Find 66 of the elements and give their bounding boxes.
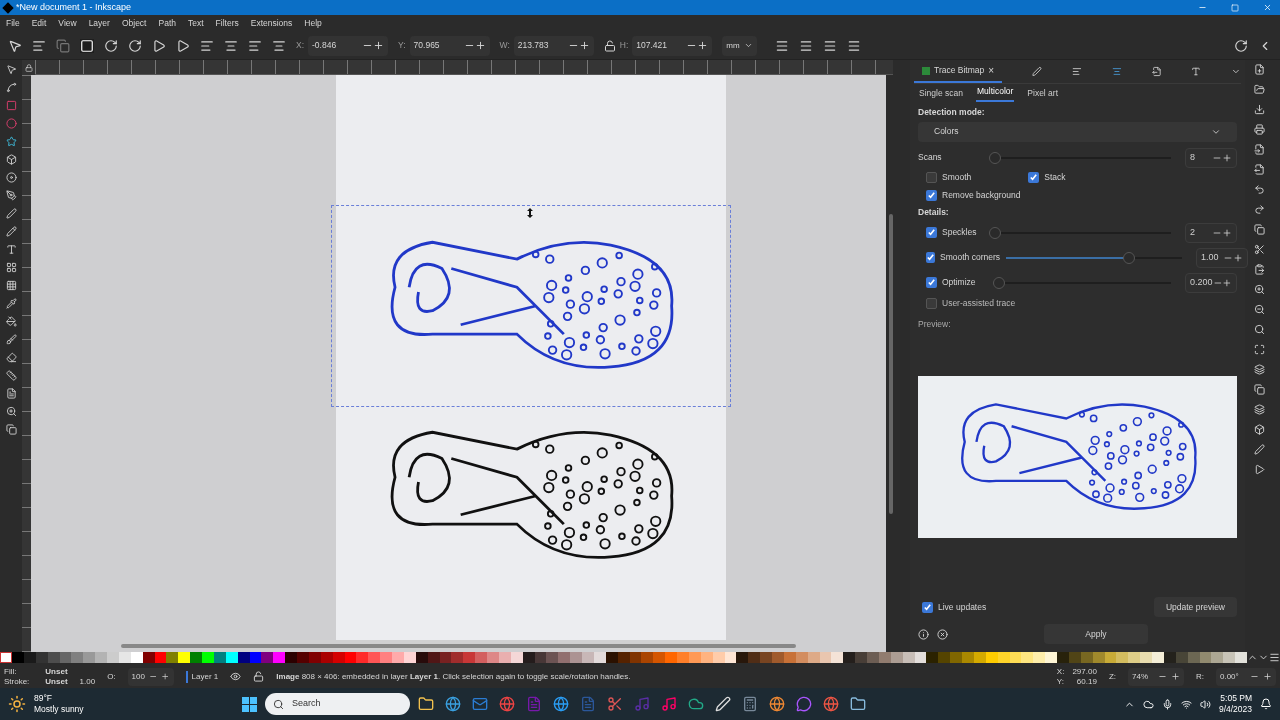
checkbox-label: Remove background — [942, 189, 1021, 203]
checkbox-label: Speckles — [942, 226, 977, 239]
spin-field[interactable]: 8 — [1185, 147, 1237, 168]
number-field[interactable]: 107.421 — [632, 35, 713, 56]
field-label: Scans — [918, 151, 943, 165]
field-label: X: — [296, 39, 305, 52]
detection-dropdown[interactable]: Colors — [918, 121, 1237, 142]
update-preview-button[interactable]: Update preview — [1153, 597, 1237, 617]
menu-item[interactable]: Filters — [215, 17, 239, 30]
field-label: R: — [1196, 670, 1204, 683]
temperature[interactable]: 89°F — [34, 693, 234, 704]
clock-date[interactable]: 9/4/2023 — [1218, 704, 1252, 715]
field-label: Y: — [398, 39, 406, 52]
menu-item[interactable]: Object — [121, 17, 147, 30]
opacity-field[interactable]: 100 — [127, 667, 174, 686]
menu-item[interactable]: Path — [158, 17, 176, 30]
menu-item[interactable]: Extensions — [250, 17, 293, 30]
apply-button[interactable]: Apply — [1044, 624, 1148, 644]
zoom-field[interactable]: 74% — [1128, 667, 1184, 686]
mode-tab[interactable]: Single scan — [918, 87, 964, 102]
spin-field[interactable]: 2 — [1185, 222, 1237, 243]
field-label: X: — [1056, 666, 1065, 677]
field-label: Fill: — [4, 666, 18, 677]
unit-dropdown[interactable]: mm — [722, 35, 757, 56]
status-message: Image 808 × 406: embedded in layer Layer 1. Click selection again to toggle scale/rotation handles. — [276, 670, 631, 683]
layer-name[interactable]: Layer 1 — [185, 670, 219, 683]
field-label: O: — [107, 670, 116, 683]
checkbox-label: Smooth corners — [940, 251, 1000, 264]
checkbox-label: User-assisted trace — [942, 297, 1016, 310]
field-label: Z: — [1108, 670, 1116, 683]
section-label: Detection mode: — [918, 106, 986, 119]
stroke-width: 1.00 — [79, 676, 96, 688]
menu-item[interactable]: Layer — [88, 17, 110, 30]
field-label: Stroke: — [4, 676, 30, 687]
fill-value: Unset — [45, 666, 68, 677]
mode-tab[interactable]: Pixel art — [1026, 87, 1060, 102]
stroke-value: Unset — [45, 676, 68, 687]
spin-field[interactable]: 0.200 — [1185, 272, 1237, 293]
cursor-x: 297.00 — [1072, 666, 1097, 677]
number-field[interactable]: -0.846 — [308, 35, 389, 56]
menu-item[interactable]: Edit — [31, 17, 47, 30]
spin-field[interactable]: 1.00 — [1196, 247, 1248, 268]
dock-tab[interactable]: Trace Bitmap × — [914, 60, 1003, 83]
window-title: *New document 1 - Inkscape — [16, 0, 133, 14]
mode-tab[interactable]: Multicolor — [975, 85, 1015, 102]
checkbox-label: Stack — [1044, 171, 1066, 185]
number-field[interactable]: 213.783 — [513, 35, 594, 56]
field-label: Y: — [1056, 676, 1065, 687]
search-field[interactable]: Search — [265, 693, 410, 715]
checkbox-label: Live updates — [938, 600, 987, 614]
clock-time[interactable]: 5:05 PM — [1220, 693, 1252, 704]
section-label: Preview: — [918, 317, 952, 331]
close-tab-button[interactable]: × — [988, 63, 995, 78]
cursor-y: 60.19 — [1075, 676, 1097, 687]
checkbox-label: Optimize — [942, 276, 976, 289]
field-label: W: — [499, 39, 510, 52]
menu-item[interactable]: View — [58, 17, 77, 30]
rotation-field[interactable]: 0.00° — [1216, 667, 1276, 686]
section-label: Details: — [918, 205, 950, 219]
menu-item[interactable]: Text — [188, 17, 204, 30]
weather-text[interactable]: Mostly sunny — [34, 704, 234, 715]
checkbox-label: Smooth — [942, 171, 972, 185]
menu-item[interactable]: File — [6, 17, 20, 30]
menu-item[interactable]: Help — [304, 17, 322, 30]
number-field[interactable]: 70.965 — [409, 35, 490, 56]
field-label: H: — [619, 39, 629, 52]
